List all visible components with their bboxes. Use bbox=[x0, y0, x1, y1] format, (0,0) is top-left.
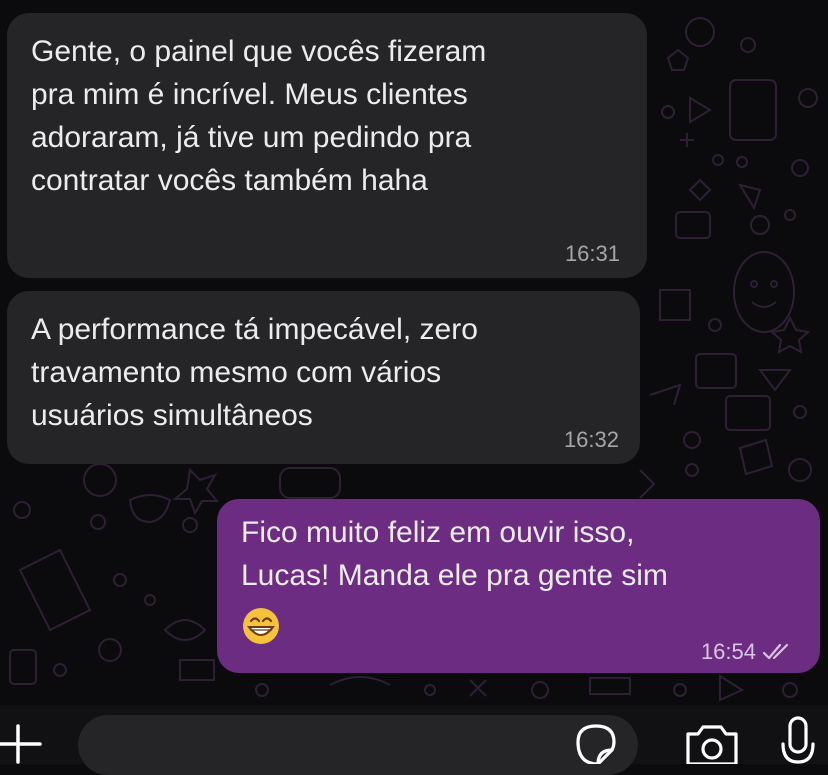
sticker-icon[interactable] bbox=[572, 722, 620, 764]
message-bubble-incoming[interactable]: Gente, o painel que vocês fizeram pra mi… bbox=[7, 13, 647, 278]
plus-icon[interactable] bbox=[0, 712, 52, 764]
microphone-icon[interactable] bbox=[780, 716, 816, 764]
message-time: 16:31 bbox=[564, 241, 620, 266]
message-bubble-incoming[interactable]: A performance tá impecável, zero travame… bbox=[7, 291, 640, 464]
message-text: Fico muito feliz em ouvir isso, Lucas! M… bbox=[241, 516, 668, 592]
read-receipt-icon bbox=[762, 643, 789, 660]
message-input[interactable] bbox=[78, 715, 638, 775]
message-time: 16:54 bbox=[700, 639, 756, 664]
message-time: 16:32 bbox=[563, 427, 619, 452]
message-text: Gente, o painel que vocês fizeram pra mi… bbox=[31, 35, 487, 197]
grinning-face-icon bbox=[243, 608, 279, 644]
message-bubble-outgoing[interactable]: Fico muito feliz em ouvir isso, Lucas! M… bbox=[217, 499, 820, 673]
message-text: A performance tá impecável, zero travame… bbox=[31, 313, 478, 432]
camera-icon[interactable] bbox=[684, 720, 740, 764]
